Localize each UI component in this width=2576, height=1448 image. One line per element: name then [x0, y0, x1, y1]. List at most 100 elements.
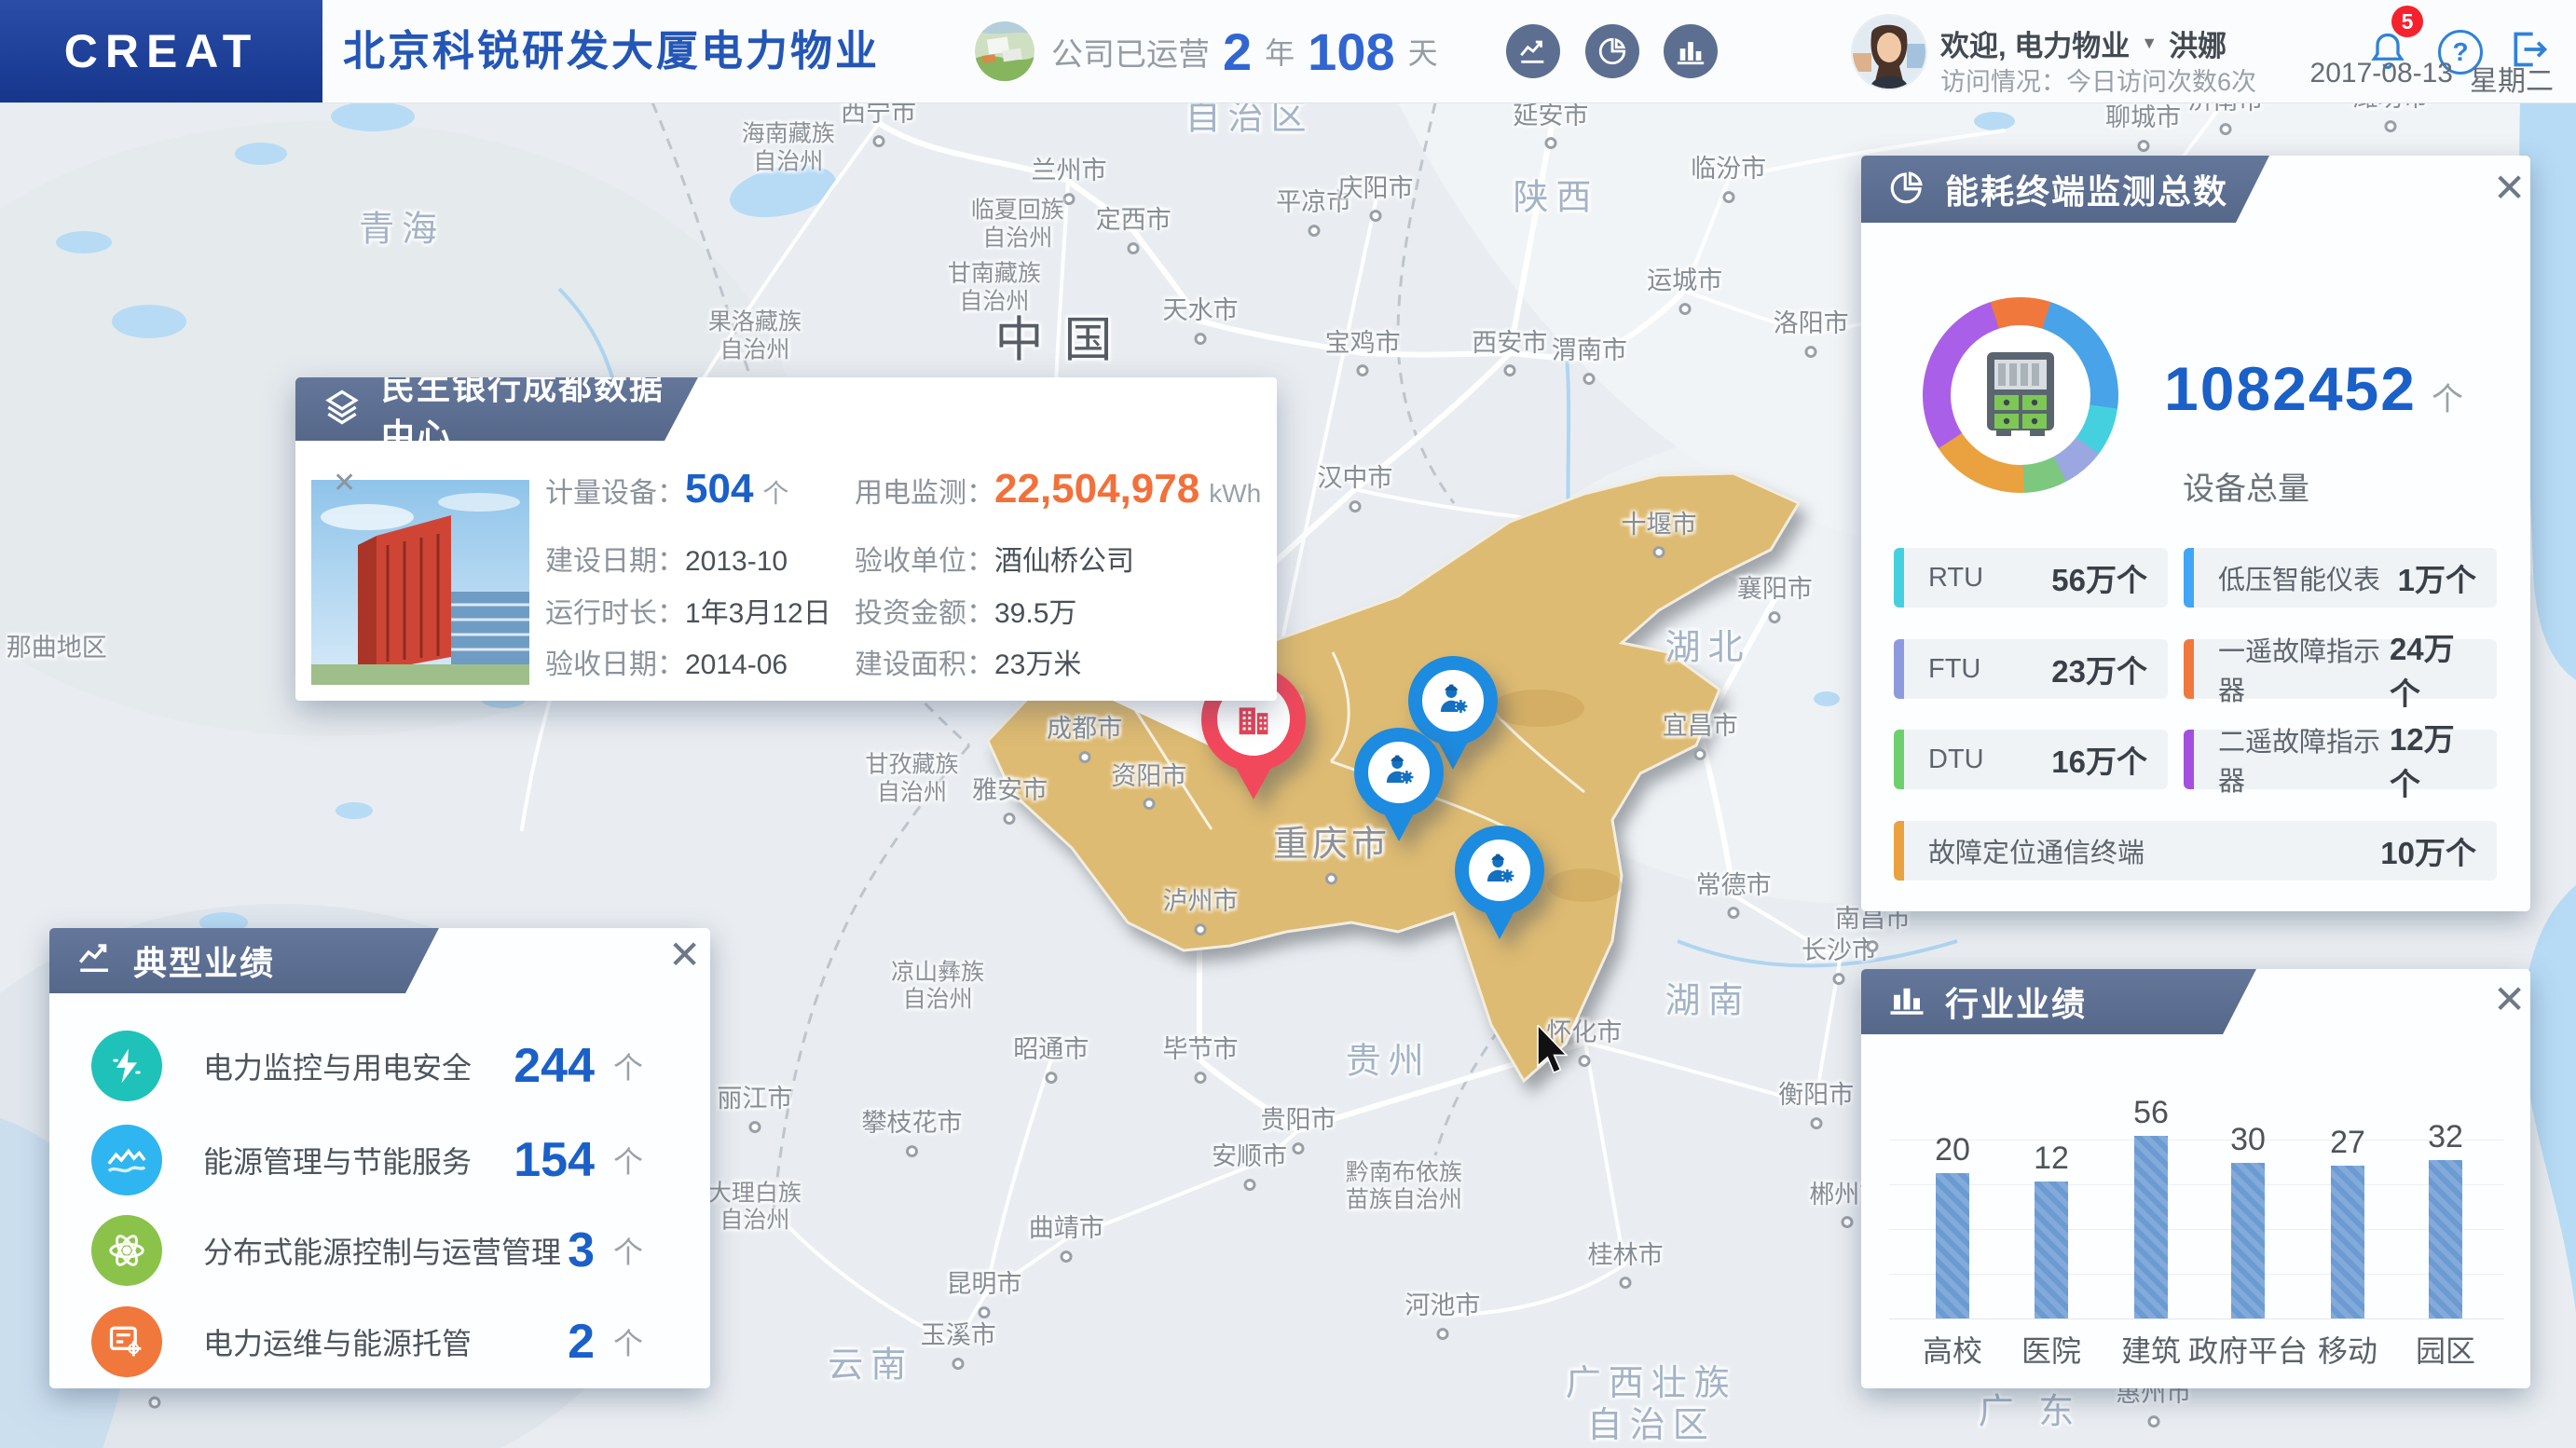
bar-value-label: 12	[2034, 1141, 2069, 1176]
map-label: 广西壮族 自治区	[1565, 1363, 1737, 1445]
performance-item[interactable]: 电力监控与用电安全 244 个	[91, 1029, 669, 1103]
map-label: 昭通市	[1013, 1035, 1089, 1084]
field-value: 22,504,978	[994, 466, 1200, 512]
popup-field: 用电监测： 22,504,978 kWh	[855, 466, 1261, 512]
worker-icon	[1480, 849, 1519, 893]
field-unit: kWh	[1209, 479, 1262, 508]
city-dot	[1060, 1250, 1073, 1263]
energy-close-icon[interactable]: ✕	[2493, 169, 2526, 208]
map-label: 宝鸡市	[1325, 329, 1401, 377]
city-dot	[1768, 610, 1781, 623]
performance-item-label: 电力运维与能源托管	[203, 1327, 473, 1360]
field-label: 验收单位：	[855, 546, 994, 577]
performance-item[interactable]: 电力运维与能源托管 2 个	[91, 1305, 669, 1379]
energy-item[interactable]: DTU 16万个	[1894, 730, 2168, 789]
map-label: 果洛藏族 自治州	[707, 308, 802, 363]
energy-ribbon: 能耗终端监测总数	[1861, 156, 2269, 223]
operation-days: 108	[1308, 21, 1395, 81]
page-title: 北京科锐研发大厦电力物业	[343, 27, 881, 75]
map-label: 成都市	[1047, 715, 1122, 763]
device-total-label: 设备总量	[2183, 471, 2309, 507]
map-label: 曲靖市	[1029, 1214, 1104, 1263]
bar-value-label: 56	[2133, 1095, 2169, 1130]
map-label: 渭南市	[1552, 336, 1627, 386]
color-bar	[2184, 730, 2194, 789]
map-label: 昆明市	[946, 1270, 1021, 1319]
color-bar	[1894, 821, 1904, 881]
map-label: 宜昌市	[1663, 712, 1738, 761]
city-dot	[1194, 1071, 1207, 1084]
city-dot	[1003, 813, 1016, 826]
map-label: 天水市	[1163, 296, 1239, 345]
chevron-down-icon[interactable]: ▼	[2141, 34, 2158, 53]
map-label: 甘孜藏族 自治州	[865, 751, 959, 806]
popup-field: 投资金额： 39.5万	[855, 590, 1076, 631]
user-greeting[interactable]: 欢迎, 电力物业 ▼ 洪娜	[1940, 22, 2227, 64]
pie-icon[interactable]	[1585, 24, 1639, 78]
operation-label: 公司已运营	[1051, 36, 1210, 73]
performance-close-icon[interactable]: ✕	[668, 936, 701, 975]
bar-category-label: 政府平台	[2187, 1334, 2309, 1368]
city-dot	[978, 1306, 991, 1319]
map-label: 襄阳市	[1737, 575, 1813, 623]
worker-icon	[1379, 750, 1418, 794]
performance-item-value: 2	[568, 1315, 595, 1369]
map-label: 甘南藏族 自治州	[947, 260, 1041, 315]
performance-item[interactable]: 能源管理与节能服务 154 个	[91, 1123, 669, 1197]
city-dot	[1349, 500, 1362, 513]
field-unit: 个	[762, 479, 789, 508]
energy-item-value: 12万个	[2389, 722, 2455, 801]
industry-close-icon[interactable]: ✕	[2493, 980, 2526, 1019]
popup-field: 运行时长： 1年3月12日	[545, 590, 831, 631]
energy-item[interactable]: 一遥故障指示器 24万个	[2184, 632, 2497, 711]
field-value: 1年3月12日	[685, 598, 831, 629]
map-label: 运城市	[1647, 266, 1722, 316]
gridline	[1889, 1229, 2504, 1230]
energy-item-label: 低压智能仪表	[2218, 566, 2381, 595]
energy-item-value: 10万个	[2380, 836, 2476, 870]
trend-line-icon	[75, 939, 115, 983]
map-label: 西宁市	[841, 102, 916, 147]
city-dot	[1693, 748, 1706, 761]
city-dot	[1062, 192, 1076, 205]
axis-baseline	[1889, 1318, 2504, 1319]
bar-icon[interactable]	[1664, 24, 1718, 78]
city-dot	[748, 1121, 761, 1134]
energy-item-label: FTU	[1928, 653, 1981, 684]
color-bar	[1894, 730, 1904, 789]
map-label: 玉溪市	[921, 1321, 996, 1371]
date-display: 2017-08-13 星期二	[2309, 58, 2554, 97]
map-label: 丽江市	[717, 1085, 792, 1134]
performance-item[interactable]: 分布式能源控制与运营管理 3 个	[91, 1213, 669, 1288]
ops-gear-icon	[91, 1306, 162, 1377]
map-label: 自治区	[1185, 102, 1314, 138]
map-label: 临夏回族 自治州	[970, 197, 1064, 252]
site-pin-blue[interactable]	[1454, 826, 1544, 940]
gridline	[1889, 1184, 2504, 1185]
bar	[2035, 1182, 2068, 1318]
map-label: 湖南	[1665, 981, 1751, 1021]
city-dot	[1727, 907, 1740, 920]
bar	[1936, 1173, 1969, 1318]
city-dot	[1127, 242, 1140, 255]
energy-item[interactable]: 低压智能仪表 1万个	[2184, 548, 2497, 608]
energy-item[interactable]: RTU 56万个	[1894, 548, 2168, 608]
site-pin-blue[interactable]	[1353, 727, 1444, 841]
brand-logo[interactable]: CREAT	[0, 0, 322, 102]
user-avatar[interactable]	[1853, 16, 1925, 89]
trend-icon[interactable]	[1506, 24, 1560, 78]
field-value: 2014-06	[685, 649, 788, 680]
energy-item[interactable]: 二遥故障指示器 12万个	[2184, 722, 2497, 801]
performance-item-unit: 个	[612, 1327, 643, 1360]
city-dot	[1832, 973, 1845, 986]
popup-close-icon[interactable]: ✕	[333, 467, 356, 499]
bar-value-label: 30	[2230, 1122, 2266, 1157]
bar-value-label: 27	[2330, 1125, 2365, 1160]
map-label: 湖北	[1665, 628, 1751, 668]
energy-item[interactable]: FTU 23万个	[1894, 639, 2168, 699]
industry-bar-chart: 20 高校 12 医院 56 建筑 30 政府平台 27 移动 32 园区	[1889, 1095, 2504, 1368]
city-dot	[1194, 922, 1207, 936]
city-dot	[1722, 191, 1735, 204]
energy-item[interactable]: 故障定位通信终端 10万个	[1894, 821, 2497, 881]
map-label: 西安市	[1472, 329, 1547, 377]
